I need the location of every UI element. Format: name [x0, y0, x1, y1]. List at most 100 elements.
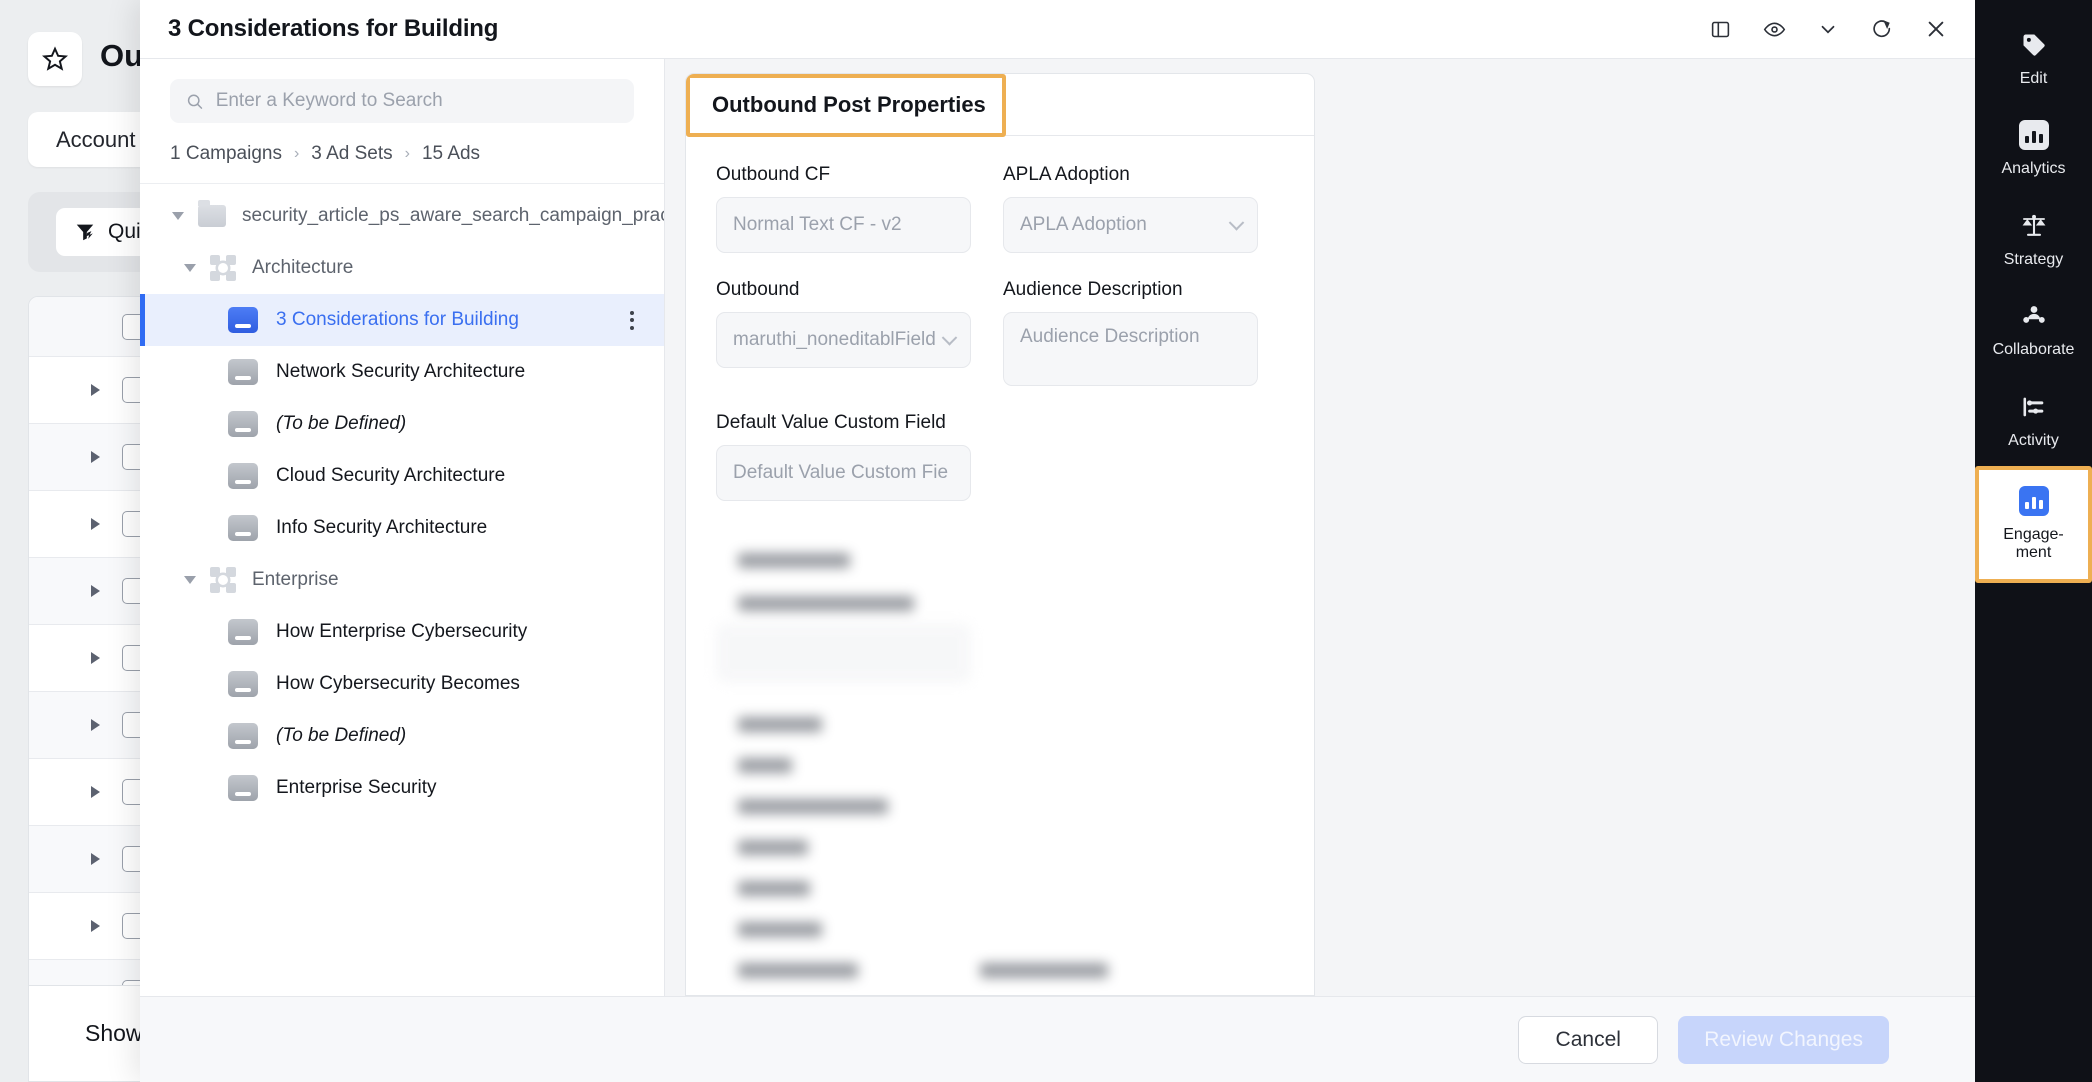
tree-item-ad-selected[interactable]: 3 Considerations for Building: [140, 294, 664, 346]
scales-icon: [2019, 211, 2049, 241]
tree-item-ad[interactable]: Cloud Security Architecture: [140, 450, 664, 502]
row-expand-caret[interactable]: [91, 786, 100, 798]
chevron-down-icon[interactable]: [184, 576, 196, 584]
rail-item-collaborate[interactable]: Collaborate: [1975, 285, 2092, 375]
outbound-cf-input[interactable]: Normal Text CF - v2: [716, 197, 971, 253]
tree-item-label: Network Security Architecture: [276, 361, 526, 383]
adset-icon: [210, 567, 236, 593]
tree-item-ad[interactable]: How Cybersecurity Becomes: [140, 658, 664, 710]
properties-card: Outbound Post Properties Outbound CF Nor…: [685, 73, 1315, 996]
eye-icon[interactable]: [1761, 16, 1787, 42]
rail-item-label: Engage- ment: [2003, 525, 2064, 562]
campaign-tree-panel: 1 Campaigns › 3 Ad Sets › 15 Ads securit…: [140, 59, 665, 996]
star-icon: [42, 46, 68, 71]
tree-item-label: How Cybersecurity Becomes: [276, 673, 520, 695]
ad-icon: [228, 775, 258, 801]
chevron-down-icon[interactable]: [1815, 16, 1841, 42]
field-outbound-cf: Outbound CF Normal Text CF - v2: [716, 164, 971, 253]
rail-item-strategy[interactable]: Strategy: [1975, 195, 2092, 285]
obscured-label: [738, 596, 914, 611]
share-icon[interactable]: [1869, 16, 1895, 42]
rail-item-activity[interactable]: Activity: [1975, 376, 2092, 466]
ad-icon: [228, 671, 258, 697]
review-changes-button[interactable]: Review Changes: [1678, 1015, 1889, 1064]
rail-item-edit[interactable]: Edit: [1975, 14, 2092, 104]
default-value-custom-field-input[interactable]: Default Value Custom Fie: [716, 445, 971, 501]
chevron-down-icon[interactable]: [172, 212, 184, 220]
bar-chart-glyph: [2018, 485, 2049, 516]
row-expand-caret[interactable]: [91, 384, 100, 396]
obscured-label: [738, 963, 858, 978]
audience-description-textarea[interactable]: Audience Description: [1003, 312, 1258, 386]
obscured-label: [980, 963, 1108, 978]
tree-item-label: (To be Defined): [276, 413, 407, 435]
field-label: Outbound: [716, 279, 800, 300]
apla-adoption-select[interactable]: APLA Adoption: [1003, 197, 1258, 253]
properties-title: Outbound Post Properties: [712, 91, 986, 117]
input-placeholder: Audience Description: [1020, 326, 1200, 347]
breadcrumb-ad-sets[interactable]: 3 Ad Sets: [311, 143, 392, 165]
modal-footer: Cancel Review Changes: [140, 996, 1975, 1082]
background-page-title: Ou: [100, 38, 144, 73]
ad-icon: [228, 463, 258, 489]
field-default-value-custom-field: Default Value Custom Field Default Value…: [716, 412, 971, 501]
obscured-label: [738, 717, 822, 732]
breadcrumb-ads[interactable]: 15 Ads: [422, 143, 480, 165]
obscured-label: [738, 840, 808, 855]
outbound-select[interactable]: maruthi_noneditablField: [716, 312, 971, 368]
tree-item-label: How Enterprise Cybersecurity: [276, 621, 528, 643]
row-expand-caret[interactable]: [91, 585, 100, 597]
rail-item-label: Strategy: [2003, 250, 2064, 268]
properties-panel: Outbound Post Properties Outbound CF Nor…: [665, 59, 1975, 996]
cancel-button[interactable]: Cancel: [1518, 1015, 1659, 1064]
tree-item-ad[interactable]: Info Security Architecture: [140, 502, 664, 554]
kebab-menu-icon[interactable]: [620, 308, 644, 332]
tree-item-ad[interactable]: How Enterprise Cybersecurity: [140, 606, 664, 658]
tree-item-ad[interactable]: Enterprise Security: [140, 762, 664, 814]
chevron-down-icon[interactable]: [184, 264, 196, 272]
tree-item-label: Enterprise Security: [276, 777, 437, 799]
tree-item-adset[interactable]: Architecture: [140, 242, 664, 294]
activity-icon: [2019, 392, 2049, 422]
search-input[interactable]: [215, 90, 618, 112]
close-icon[interactable]: [1923, 16, 1949, 42]
ad-icon: [228, 723, 258, 749]
tree-item-label: security_article_ps_aware_search_campaig…: [242, 205, 664, 227]
tree-item-ad[interactable]: (To be Defined): [140, 710, 664, 762]
search-box[interactable]: [170, 79, 634, 123]
panel-toggle-icon[interactable]: [1707, 16, 1733, 42]
bar-chart-icon: [2018, 120, 2049, 151]
ad-icon: [228, 619, 258, 645]
tree-item-campaign[interactable]: security_article_ps_aware_search_campaig…: [140, 190, 664, 242]
input-placeholder: maruthi_noneditablField: [733, 329, 936, 350]
properties-form: Outbound CF Normal Text CF - v2 APLA Ado…: [686, 136, 1314, 527]
rail-item-analytics[interactable]: Analytics: [1975, 104, 2092, 194]
tree-item-ad[interactable]: (To be Defined): [140, 398, 664, 450]
ad-icon: [228, 307, 258, 333]
row-expand-caret[interactable]: [91, 451, 100, 463]
modal-header: 3 Considerations for Building: [140, 0, 1975, 58]
obscured-label: [738, 553, 850, 568]
breadcrumb-separator-icon: ›: [293, 145, 300, 162]
favorite-button[interactable]: [28, 32, 82, 86]
input-placeholder: APLA Adoption: [1020, 214, 1147, 235]
breadcrumb: 1 Campaigns › 3 Ad Sets › 15 Ads: [140, 137, 664, 184]
breadcrumb-campaigns[interactable]: 1 Campaigns: [170, 143, 282, 165]
field-audience-description: Audience Description Audience Descriptio…: [1003, 279, 1258, 386]
tree-item-ad[interactable]: Network Security Architecture: [140, 346, 664, 398]
rail-item-label: Analytics: [2001, 160, 2066, 178]
row-expand-caret[interactable]: [91, 652, 100, 664]
input-placeholder: Default Value Custom Fie: [733, 462, 949, 483]
row-expand-caret[interactable]: [91, 719, 100, 731]
row-expand-caret[interactable]: [91, 518, 100, 530]
bar-chart-icon: [2018, 485, 2049, 516]
modal-title: 3 Considerations for Building: [168, 15, 499, 42]
rail-item-label: Activity: [2008, 431, 2059, 449]
row-expand-caret[interactable]: [91, 920, 100, 932]
field-apla-adoption: APLA Adoption APLA Adoption: [1003, 164, 1258, 253]
row-expand-caret[interactable]: [91, 853, 100, 865]
properties-card-header: Outbound Post Properties: [686, 74, 1314, 136]
rail-item-engagement[interactable]: Engage- ment: [1975, 465, 2092, 583]
right-rail: Edit Analytics Strategy Collaborate Acti…: [1975, 0, 2092, 1082]
tree-item-adset[interactable]: Enterprise: [140, 554, 664, 606]
